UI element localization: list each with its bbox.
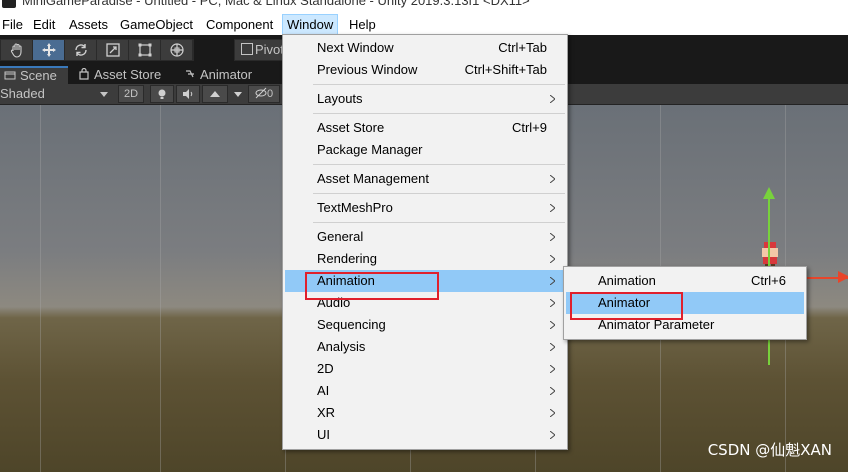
hidden-objects-toggle[interactable]: 0 (248, 85, 280, 103)
tab-animator-label: Animator (200, 67, 253, 82)
transform-tools (0, 39, 194, 61)
draw-mode-label: Shaded (0, 86, 45, 101)
menu-separator (313, 222, 565, 223)
window-menu: Next Window Ctrl+Tab Previous Window Ctr… (282, 34, 568, 450)
effects-dropdown-chevron-icon[interactable] (230, 85, 246, 103)
menu-help[interactable]: Help (349, 14, 376, 35)
hand-tool-icon[interactable] (1, 40, 33, 60)
menu-item-xr[interactable]: XR (285, 402, 565, 424)
draw-mode-dropdown[interactable]: Shaded (0, 84, 112, 104)
gizmo-x-arrow-icon[interactable] (838, 271, 848, 283)
submenu-arrow-icon (550, 255, 555, 263)
menu-item-2d[interactable]: 2D (285, 358, 565, 380)
gizmo-y-arrow-icon[interactable] (763, 187, 775, 199)
submenu-arrow-icon (550, 233, 555, 241)
submenu-arrow-icon (550, 343, 555, 351)
watermark: CSDN @仙魁XAN (707, 441, 832, 459)
menu-file[interactable]: File (2, 14, 23, 35)
menu-separator (313, 84, 565, 85)
menu-item-asset-management[interactable]: Asset Management (285, 168, 565, 190)
menu-item-previous-window[interactable]: Previous Window Ctrl+Shift+Tab (285, 59, 565, 81)
menu-component[interactable]: Component (206, 14, 273, 35)
tab-scene-label: Scene (20, 68, 57, 83)
submenu-item-animation[interactable]: Animation Ctrl+6 (566, 270, 804, 292)
menu-separator (313, 164, 565, 165)
chevron-down-icon (100, 92, 108, 97)
submenu-arrow-icon (550, 409, 555, 417)
animator-icon (186, 70, 194, 78)
menu-item-analysis[interactable]: Analysis (285, 336, 565, 358)
lighting-toggle-icon[interactable] (150, 85, 174, 103)
submenu-arrow-icon (550, 95, 555, 103)
asset-store-icon (79, 68, 89, 80)
scale-tool-icon[interactable] (97, 40, 129, 60)
move-tool-icon[interactable] (33, 40, 65, 60)
tab-asset-store-label: Asset Store (94, 67, 162, 82)
annotation-box-animator (570, 292, 683, 320)
grid-line (160, 105, 161, 472)
submenu-arrow-icon (550, 175, 555, 183)
menu-separator (313, 113, 565, 114)
menu-item-general[interactable]: General (285, 226, 565, 248)
hidden-count: 0 (266, 88, 274, 100)
submenu-arrow-icon (550, 204, 555, 212)
2d-toggle-button[interactable]: 2D (118, 85, 144, 103)
transform-tool-icon[interactable] (161, 40, 193, 60)
submenu-arrow-icon (550, 277, 555, 285)
menu-gameobject[interactable]: GameObject (120, 14, 193, 35)
menu-item-layouts[interactable]: Layouts (285, 88, 565, 110)
tab-animator[interactable]: Animator (184, 66, 252, 84)
submenu-arrow-icon (550, 299, 555, 307)
submenu-arrow-icon (550, 365, 555, 373)
menu-assets[interactable]: Assets (69, 14, 108, 35)
menu-separator (313, 193, 565, 194)
submenu-arrow-icon (550, 431, 555, 439)
menu-edit[interactable]: Edit (33, 14, 55, 35)
submenu-arrow-icon (550, 387, 555, 395)
tab-scene[interactable]: Scene (0, 66, 68, 84)
menu-item-rendering[interactable]: Rendering (285, 248, 565, 270)
menu-bar: File Edit Assets GameObject Component Wi… (0, 14, 848, 35)
pivot-icon (241, 43, 253, 55)
title-bar: MiniGameParadise - Untitled - PC, Mac & … (0, 0, 848, 14)
effects-toggle-icon[interactable] (202, 85, 228, 103)
rotate-tool-icon[interactable] (65, 40, 97, 60)
menu-item-ui[interactable]: UI (285, 424, 565, 446)
tab-asset-store[interactable]: Asset Store (78, 66, 161, 84)
menu-item-package-manager[interactable]: Package Manager (285, 139, 565, 161)
pivot-toggle[interactable]: Pivot (234, 39, 284, 61)
unity-logo-icon (2, 0, 16, 8)
eye-slash-icon (255, 87, 267, 99)
window-title: MiniGameParadise - Untitled - PC, Mac & … (22, 0, 530, 8)
grid-line (40, 105, 41, 472)
character-sprite[interactable] (757, 239, 783, 269)
menu-item-asset-store[interactable]: Asset Store Ctrl+9 (285, 117, 565, 139)
pivot-label: Pivot (255, 42, 284, 57)
scene-icon (4, 71, 16, 80)
rect-tool-icon[interactable] (129, 40, 161, 60)
submenu-arrow-icon (550, 321, 555, 329)
audio-toggle-icon[interactable] (176, 85, 200, 103)
menu-item-textmeshpro[interactable]: TextMeshPro (285, 197, 565, 219)
menu-item-next-window[interactable]: Next Window Ctrl+Tab (285, 37, 565, 59)
menu-item-ai[interactable]: AI (285, 380, 565, 402)
annotation-box-animation (305, 272, 439, 300)
menu-window[interactable]: Window (282, 14, 339, 35)
menu-item-sequencing[interactable]: Sequencing (285, 314, 565, 336)
